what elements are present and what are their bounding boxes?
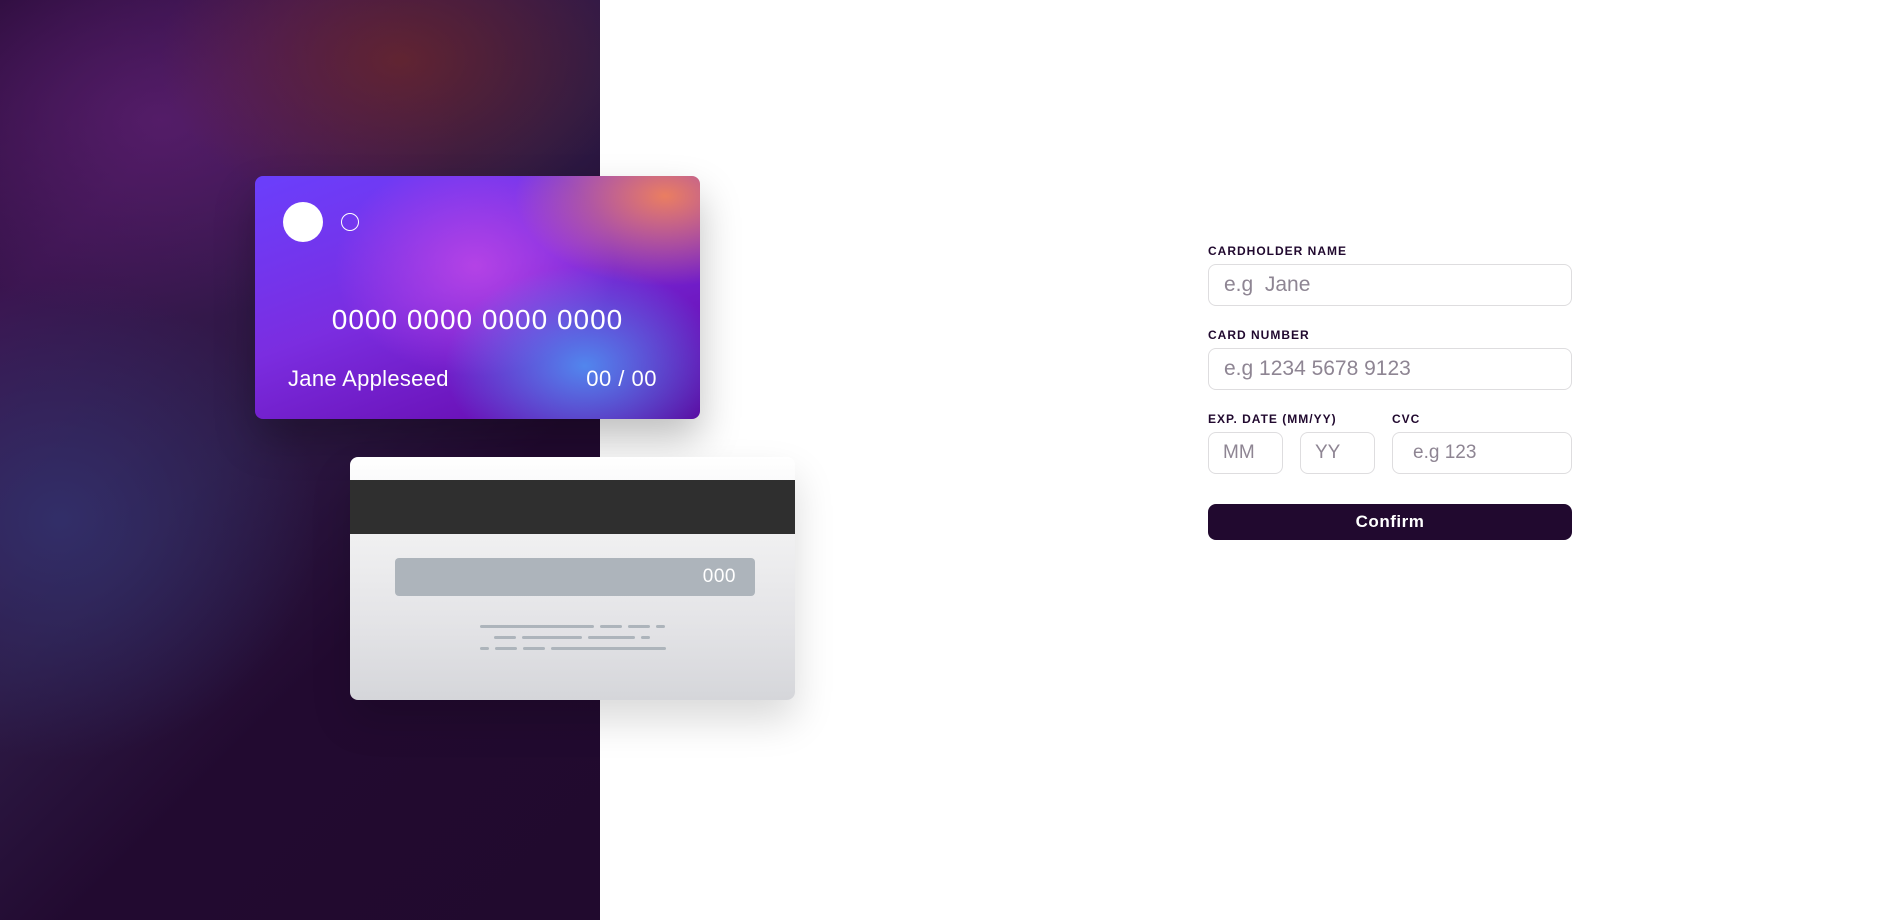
page: 0000 0000 0000 0000 Jane Appleseed 00 / … (0, 0, 1879, 920)
card-cvc-display: 000 (702, 566, 736, 587)
fine-print-line (522, 636, 582, 639)
magnetic-strip (350, 480, 795, 534)
fine-print-line (551, 647, 666, 650)
fine-print-line (588, 636, 635, 639)
cardholder-name-field: CARDHOLDER NAME (1208, 244, 1572, 306)
cvc-field: CVC (1392, 412, 1572, 474)
fine-print-line (656, 625, 665, 628)
fine-print-line (600, 625, 622, 628)
fine-print-line (628, 625, 650, 628)
fine-print-line (494, 636, 516, 639)
card-number-input[interactable] (1208, 348, 1572, 390)
exp-date-inputs (1208, 432, 1376, 474)
fine-print-line (641, 636, 650, 639)
cvc-label: CVC (1392, 412, 1421, 426)
cardholder-name-display: Jane Appleseed (288, 366, 449, 391)
exp-date-label: EXP. DATE (MM/YY) (1208, 412, 1337, 426)
card-logo-large-circle-icon (283, 202, 323, 242)
card-front: 0000 0000 0000 0000 Jane Appleseed 00 / … (255, 176, 700, 419)
card-back-fine-print (480, 625, 670, 655)
card-number-label: CARD NUMBER (1208, 328, 1310, 342)
exp-date-field: EXP. DATE (MM/YY) (1208, 412, 1376, 474)
card-expiry-display: 00 / 00 (586, 366, 657, 391)
expiry-cvc-row: EXP. DATE (MM/YY) CVC (1208, 412, 1572, 474)
card-back: 000 (350, 457, 795, 700)
fine-print-line (480, 625, 594, 628)
card-details-form: CARDHOLDER NAME CARD NUMBER EXP. DATE (M… (1208, 244, 1572, 540)
fine-print-line (495, 647, 517, 650)
confirm-button[interactable]: Confirm (1208, 504, 1572, 540)
cvc-input[interactable] (1392, 432, 1572, 474)
cardholder-name-input[interactable] (1208, 264, 1572, 306)
signature-strip: 000 (395, 558, 755, 596)
fine-print-line (480, 647, 489, 650)
card-number-display: 0000 0000 0000 0000 (331, 304, 624, 335)
cardholder-name-label: CARDHOLDER NAME (1208, 244, 1347, 258)
fine-print-line (523, 647, 545, 650)
exp-month-input[interactable] (1208, 432, 1283, 474)
exp-year-input[interactable] (1300, 432, 1375, 474)
card-logo-small-circle-icon (341, 213, 359, 231)
card-number-field: CARD NUMBER (1208, 328, 1572, 390)
